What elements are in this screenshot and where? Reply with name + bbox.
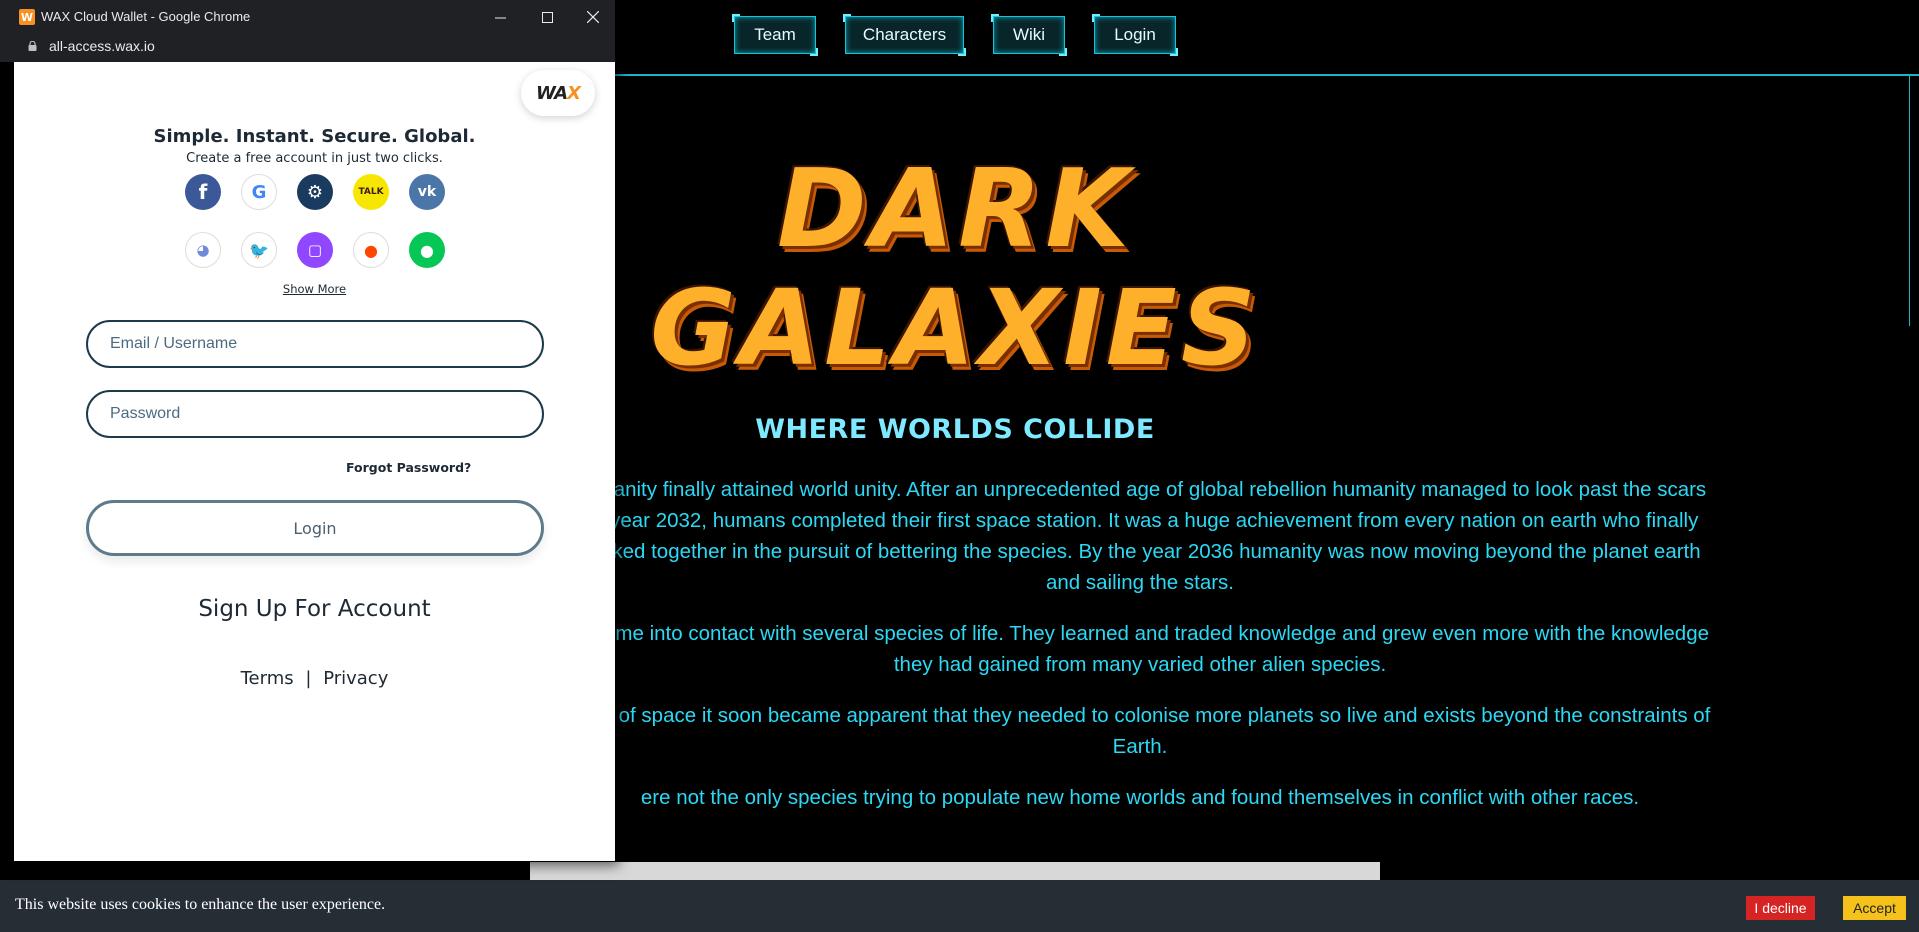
address-bar[interactable]: all-access.wax.io <box>0 33 615 62</box>
wax-logo: WAX <box>521 70 595 116</box>
nav-characters-button[interactable]: Characters <box>843 14 966 56</box>
url-text: all-access.wax.io <box>49 38 155 54</box>
headline: Simple. Instant. Secure. Global. <box>153 126 476 147</box>
discord-icon[interactable]: ◕ <box>185 232 221 268</box>
story-paragraph: ches of space it soon became apparent th… <box>569 704 1711 758</box>
google-icon[interactable]: G <box>241 174 277 210</box>
nav-login-button[interactable]: Login <box>1092 14 1178 56</box>
vk-icon[interactable]: vk <box>409 174 445 210</box>
password-input[interactable] <box>86 390 544 438</box>
legal-links: Terms | Privacy <box>14 668 615 689</box>
show-more-link[interactable]: Show More <box>14 282 615 296</box>
wax-app-icon: W <box>19 9 35 25</box>
content-border <box>1909 74 1910 326</box>
line-icon[interactable]: ● <box>409 232 445 268</box>
signup-link[interactable]: Sign Up For Account <box>14 596 615 622</box>
privacy-link[interactable]: Privacy <box>323 668 388 689</box>
logo-line-dark: DARK <box>776 147 1134 272</box>
minimize-icon[interactable] <box>486 4 514 30</box>
logo-line-galaxies: GALAXIES <box>650 267 1260 389</box>
reddit-icon[interactable]: ● <box>353 232 389 268</box>
close-icon[interactable] <box>579 4 607 30</box>
facebook-icon[interactable]: f <box>185 174 221 210</box>
cookie-decline-button[interactable]: I decline <box>1746 896 1815 920</box>
story-paragraph: ere not the only species trying to popul… <box>640 786 1640 809</box>
story-paragraph: to come into contact with several specie… <box>570 622 1710 676</box>
cookie-message: This website uses cookies to enhance the… <box>15 896 386 913</box>
legal-separator: | <box>305 668 312 689</box>
window-titlebar[interactable]: W WAX Cloud Wallet - Google Chrome <box>0 0 615 33</box>
twitter-icon[interactable]: 🐦 <box>241 232 277 268</box>
popup-content: WAX Simple. Instant. Secure. Global. Cre… <box>14 62 615 861</box>
tagline: WHERE WORLDS COLLIDE <box>755 414 1155 445</box>
forgot-password-link[interactable]: Forgot Password? <box>346 460 471 475</box>
cookie-consent-bar: This website uses cookies to enhance the… <box>0 880 1919 932</box>
popup-left-gutter <box>0 62 14 861</box>
email-username-input[interactable] <box>86 320 544 368</box>
kakaotalk-icon[interactable]: TALK <box>353 174 389 210</box>
maximize-icon[interactable] <box>533 4 561 30</box>
cookie-accept-button[interactable]: Accept <box>1843 896 1906 920</box>
nav-wiki-button[interactable]: Wiki <box>991 14 1067 56</box>
lock-icon <box>28 41 37 51</box>
terms-link[interactable]: Terms <box>241 668 294 689</box>
steam-icon[interactable]: ⚙ <box>297 174 333 210</box>
subline: Create a free account in just two clicks… <box>186 151 443 166</box>
login-button[interactable]: Login <box>86 500 544 556</box>
game-logo: DARK GALAXIES <box>630 150 1280 395</box>
wax-login-popup-window: W WAX Cloud Wallet - Google Chrome all-a… <box>0 0 615 861</box>
window-title: WAX Cloud Wallet - Google Chrome <box>41 9 251 24</box>
story-paragraph: humanity finally attained world unity. A… <box>573 478 1707 594</box>
horizontal-scrollbar[interactable] <box>530 862 1380 880</box>
nav-team-button[interactable]: Team <box>732 14 818 56</box>
twitch-icon[interactable]: ▢ <box>297 232 333 268</box>
